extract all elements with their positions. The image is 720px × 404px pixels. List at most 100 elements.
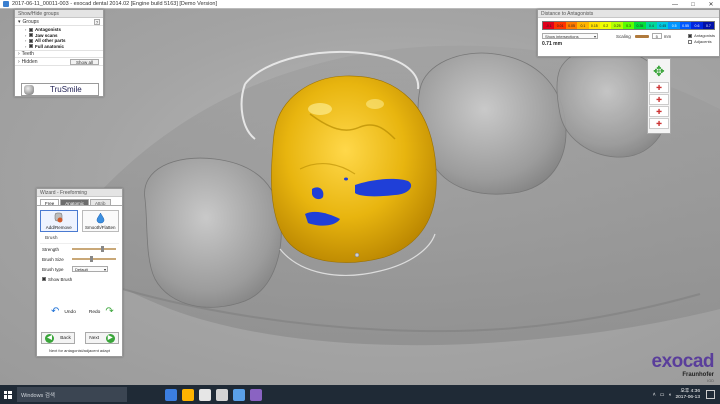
brush-type-row: Brush type Default xyxy=(37,264,122,274)
scale-segment: 0.45 xyxy=(657,22,669,29)
volume-icon[interactable]: ◖ xyxy=(668,392,671,398)
slider-thumb[interactable] xyxy=(101,246,105,252)
pinned-app-icon[interactable] xyxy=(233,388,245,401)
axis-icon: ✚ xyxy=(656,120,662,128)
checkbox[interactable] xyxy=(29,27,33,32)
pinned-app-icon[interactable] xyxy=(199,388,211,401)
brush-size-label: Brush Size xyxy=(42,256,64,262)
back-arrow-icon: ◀ xyxy=(45,333,55,343)
show-brush-row[interactable]: Show Brush xyxy=(37,274,122,284)
teeth-section-header[interactable]: › Teeth xyxy=(15,50,103,58)
crown xyxy=(271,75,437,263)
tab-attrib[interactable]: Attrib xyxy=(90,199,111,206)
axis-icon: ✚ xyxy=(656,84,662,92)
tool-label: Add/Remove xyxy=(45,225,72,230)
scale-segment: 0.25 xyxy=(611,22,623,29)
logo-wordmark: exocad xyxy=(651,351,715,372)
view-top-button[interactable]: ✚ xyxy=(649,106,669,117)
tab-anatomic[interactable]: Anatomic xyxy=(60,199,90,206)
pinned-app-icon[interactable] xyxy=(182,388,194,401)
show-brush-label: Show Brush xyxy=(48,276,73,282)
contact-area xyxy=(344,177,348,181)
minimize-button[interactable]: — xyxy=(666,0,684,9)
view-navigation: ✥ ✚ ✚ ✚ ✚ xyxy=(647,58,671,134)
strength-row: Strength xyxy=(37,244,122,254)
group-item-label: All other parts xyxy=(35,38,66,44)
help-button[interactable]: ? xyxy=(94,19,100,25)
show-brush-checkbox[interactable] xyxy=(42,277,46,281)
redo-button[interactable]: Redo xyxy=(89,310,100,315)
adjacents-toggle[interactable]: Adjacents xyxy=(688,39,715,44)
clock[interactable]: 오후 4:36 2017-06-13 xyxy=(675,389,700,401)
wizard-navigation: ◀ Back Next ▶ xyxy=(41,332,119,344)
system-tray: ˄ ▭ ◖ 오후 4:36 2017-06-13 xyxy=(653,385,700,404)
rotate-arrows[interactable]: ✥ xyxy=(649,61,669,81)
pinned-app-icon[interactable] xyxy=(216,388,228,401)
scale-segment: 0.3 xyxy=(622,22,635,29)
checkbox[interactable] xyxy=(29,38,33,43)
title-bar: 2017-06-11_00011-003 - exocad dental 201… xyxy=(0,0,720,9)
checkbox[interactable] xyxy=(29,33,33,38)
groups-panel: Show/Hide groups ▾ Groups ? › Antagonist… xyxy=(14,9,104,97)
group-item-label: Full anatomic xyxy=(35,43,65,49)
hidden-section-header[interactable]: › Hidden Show all xyxy=(15,58,103,66)
network-icon[interactable]: ▭ xyxy=(660,392,665,398)
logo-subtitle: IGD xyxy=(707,379,714,383)
axis-icon: ✚ xyxy=(656,108,662,116)
scale-segment: 0.5 xyxy=(668,22,680,29)
taskbar-search[interactable]: Windows 검색 xyxy=(17,387,127,402)
adjacents-label: Adjacents xyxy=(694,39,712,44)
tab-free[interactable]: Free xyxy=(40,199,60,206)
pinned-app-icon[interactable] xyxy=(250,388,262,401)
group-item-full-anatomic[interactable]: › Full anatomic xyxy=(25,44,103,50)
groups-section-header[interactable]: ▾ Groups ? xyxy=(15,18,103,26)
antagonists-toggle[interactable]: Antagonists xyxy=(688,33,715,38)
taskbar: Windows 검색 ˄ ▭ ◖ 오후 4:36 2017-06-13 xyxy=(0,385,720,404)
clock-date: 2017-06-13 xyxy=(675,394,700,400)
trusmile-button[interactable]: TruSmile xyxy=(21,83,99,96)
wizard-tabs: Free Anatomic Attrib xyxy=(37,197,122,206)
checkbox[interactable] xyxy=(688,39,693,44)
checkbox[interactable] xyxy=(29,44,33,49)
undo-icon[interactable]: ↶ xyxy=(51,307,59,317)
view-bottom-button[interactable]: ✚ xyxy=(649,118,669,129)
back-button[interactable]: ◀ Back xyxy=(41,332,75,344)
display-mode-select[interactable]: Show intersections xyxy=(542,33,598,39)
pinned-apps xyxy=(165,388,262,401)
close-button[interactable]: ✕ xyxy=(702,0,720,9)
view-side-button[interactable]: ✚ xyxy=(649,94,669,105)
scaling-slider[interactable] xyxy=(634,34,649,38)
notification-icon[interactable] xyxy=(706,390,715,399)
group-item-label: Jaw scans xyxy=(35,32,58,38)
exocad-logo: exocad Fraunhofer IGD xyxy=(632,351,718,383)
view-front-button[interactable]: ✚ xyxy=(649,82,669,93)
show-all-button[interactable]: Show all xyxy=(69,59,99,65)
maximize-button[interactable]: □ xyxy=(684,0,702,9)
scaling-input[interactable]: 5 xyxy=(651,33,662,39)
brush-size-row: Brush Size xyxy=(37,254,122,264)
smooth-flatten-button[interactable]: Smooth/Flatten xyxy=(81,210,119,232)
pan-arrows-icon[interactable]: ✥ xyxy=(653,63,665,80)
strength-slider[interactable] xyxy=(72,246,116,252)
pinned-app-icon[interactable] xyxy=(165,388,177,401)
group-item-label: Antagonists xyxy=(35,27,62,33)
brush-type-label: Brush type xyxy=(42,266,64,272)
crown-highlight xyxy=(366,99,384,109)
brush-type-select[interactable]: Default xyxy=(72,266,108,272)
scale-segment: 0.2 xyxy=(600,22,612,29)
add-remove-button[interactable]: Add/Remove xyxy=(40,210,78,232)
app-icon xyxy=(3,1,9,7)
next-button[interactable]: Next ▶ xyxy=(85,332,119,344)
checkbox[interactable] xyxy=(688,33,693,38)
brush-size-slider[interactable] xyxy=(72,256,116,262)
groups-label: Groups xyxy=(22,18,39,25)
redo-icon[interactable]: ↷ xyxy=(105,307,113,317)
scale-segment: 0.01 xyxy=(554,22,566,29)
chevron-up-icon[interactable]: ˄ xyxy=(653,392,656,398)
slider-thumb[interactable] xyxy=(90,256,94,262)
tooth-icon xyxy=(24,84,34,95)
start-button[interactable] xyxy=(0,385,15,404)
undo-button[interactable]: Undo xyxy=(64,310,75,315)
brush-section-title: Brush xyxy=(40,234,119,244)
distance-controls: Show intersections Scaling 5 mm Antagoni… xyxy=(538,30,719,44)
